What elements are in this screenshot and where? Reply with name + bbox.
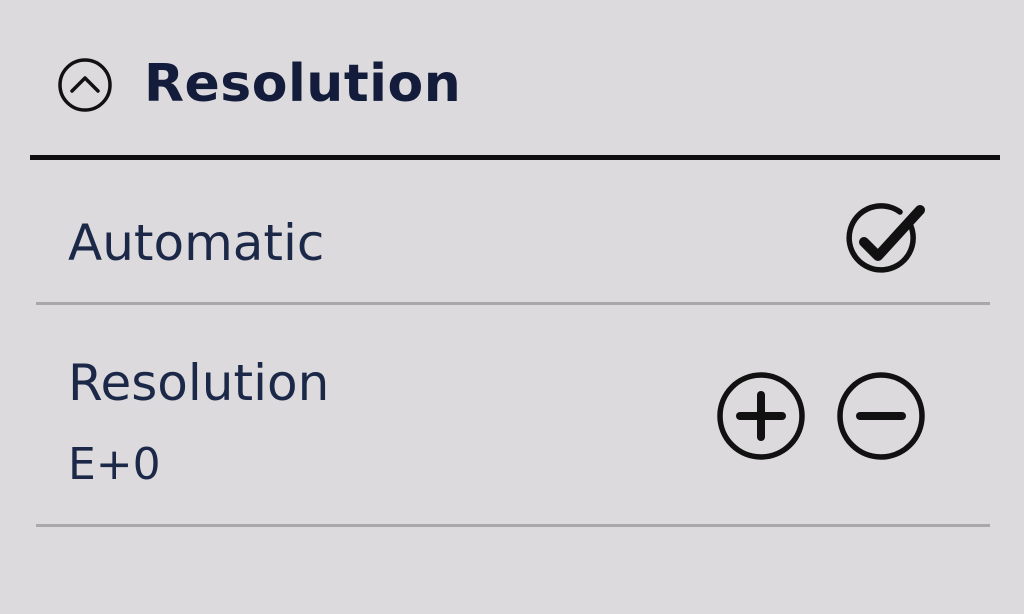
resolution-label: Resolution <box>68 354 330 412</box>
resolution-value: E+0 <box>68 439 161 490</box>
section-header: Resolution <box>30 0 1000 160</box>
minus-circle-icon[interactable] <box>834 369 928 463</box>
plus-circle-icon[interactable] <box>714 369 808 463</box>
resolution-panel: Resolution Automatic Resolution E+0 <box>0 0 1024 614</box>
chevron-up-circle-icon[interactable] <box>56 56 114 114</box>
automatic-label: Automatic <box>68 214 325 272</box>
resolution-row: Resolution E+0 <box>36 305 990 527</box>
check-circle-icon[interactable] <box>842 200 928 280</box>
automatic-row: Automatic <box>36 160 990 305</box>
section-title: Resolution <box>144 54 462 114</box>
